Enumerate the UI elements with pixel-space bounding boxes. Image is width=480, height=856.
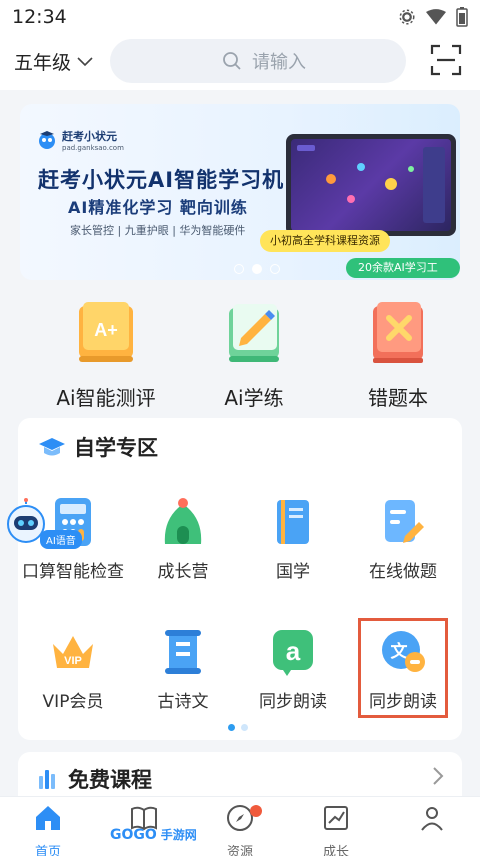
tab-profile[interactable] xyxy=(384,803,480,841)
online-exercise-icon xyxy=(385,500,424,543)
grid-label: 同步朗读 xyxy=(259,692,327,712)
grade-label: 五年级 xyxy=(14,52,72,74)
tab-resources[interactable]: 资源 xyxy=(192,803,288,856)
grid-item-read-aloud-a[interactable]: a 同步朗读 xyxy=(238,626,348,715)
top-bar: 五年级 请输入 xyxy=(0,34,480,90)
grid-label: VIP会员 xyxy=(42,692,104,712)
svg-text:VIP: VIP xyxy=(64,655,82,667)
watermark: GOGO 手游网 xyxy=(110,826,197,843)
read-aloud-a-icon: a xyxy=(273,630,313,676)
pencil-notebook-icon xyxy=(229,304,279,362)
graduation-cap-icon xyxy=(39,438,65,456)
chevron-down-icon xyxy=(77,56,93,66)
grid-pager xyxy=(228,724,248,731)
self-study-card: 自学专区 口算智能检查 成长营 国学 在线做题 VIP VIP会员 古诗文 a … xyxy=(18,418,462,740)
pager-dot[interactable] xyxy=(234,264,244,274)
free-courses-title: 免费课程 xyxy=(68,768,152,792)
wrong-answer-book-icon xyxy=(373,302,423,363)
grid-label: 古诗文 xyxy=(157,692,209,712)
grid-item-vip[interactable]: VIP VIP会员 xyxy=(18,626,128,715)
growth-chart-icon xyxy=(324,806,348,830)
banner-features: 家长管控 | 九重护眼 | 华为智能硬件 xyxy=(70,224,246,237)
tab-label: 资源 xyxy=(226,845,253,856)
brand-name: 赶考小状元 xyxy=(62,130,117,143)
classic-book-icon xyxy=(277,500,309,544)
pager-dot[interactable] xyxy=(241,724,248,731)
vip-crown-icon: VIP xyxy=(53,636,93,668)
grid-item-poetry[interactable]: 古诗文 xyxy=(128,626,238,715)
svg-text:a: a xyxy=(286,636,301,666)
grid-item-camp[interactable]: 成长营 xyxy=(128,496,238,585)
grid-label: 在线做题 xyxy=(369,562,437,582)
wifi-icon xyxy=(426,9,446,25)
camp-tent-icon xyxy=(164,498,202,544)
quick-ai-practice[interactable]: Ai学练 xyxy=(184,290,324,411)
highlight-box xyxy=(358,618,448,718)
pager-dot-active[interactable] xyxy=(228,724,235,731)
watermark-logo: GOGO xyxy=(110,826,157,843)
quick-label: Ai智能测评 xyxy=(56,386,156,410)
quick-label: 错题本 xyxy=(368,386,428,410)
status-time: 12:34 xyxy=(12,6,67,28)
scan-icon[interactable] xyxy=(430,44,462,76)
quick-actions: A+ Ai智能测评 Ai学练 错题本 xyxy=(0,290,480,410)
battery-icon xyxy=(456,7,468,27)
ancient-scroll-icon xyxy=(165,630,201,674)
brand-url: pad.ganksao.com xyxy=(62,144,124,152)
tab-home[interactable]: 首页 xyxy=(0,803,96,856)
grid-item-online-exercise[interactable]: 在线做题 xyxy=(348,496,458,585)
status-bar: 12:34 xyxy=(0,0,480,34)
home-icon xyxy=(36,806,60,830)
ai-voice-tag: AI语音 xyxy=(40,530,82,549)
tab-growth[interactable]: 成长 xyxy=(288,803,384,856)
ai-test-book-icon: A+ xyxy=(79,302,133,362)
banner-subheadline: AI精准化学习 靶向训练 xyxy=(68,198,248,217)
section-title: 免费课程 xyxy=(38,764,152,794)
banner-pill-resources: 小初高全学科课程资源 xyxy=(260,230,390,252)
tablet-image xyxy=(286,134,456,236)
watermark-text: 手游网 xyxy=(160,828,197,842)
banner-pager xyxy=(234,264,280,274)
section-title: 自学专区 xyxy=(38,432,158,462)
banner-brand: 赶考小状元 pad.ganksao.com xyxy=(36,128,124,152)
profile-icon xyxy=(421,807,443,831)
banner-pill-tools: 20余款AI学习工具 xyxy=(346,258,460,278)
tab-label: 首页 xyxy=(34,845,61,856)
search-bar[interactable]: 请输入 xyxy=(110,39,406,83)
tab-label: 成长 xyxy=(322,845,349,856)
notification-badge xyxy=(250,805,262,817)
quick-ai-test[interactable]: A+ Ai智能测评 xyxy=(36,290,176,411)
free-courses-card[interactable]: 免费课程 xyxy=(18,752,462,802)
bottom-tab-bar: 首页 资源 成长 xyxy=(0,796,480,856)
grid-label: 国学 xyxy=(276,562,310,582)
bar-chart-icon xyxy=(39,770,55,789)
gear-icon xyxy=(399,9,415,25)
banner-headline: 赶考小状元AI智能学习机 xyxy=(38,168,285,192)
grid-label: 成长营 xyxy=(157,562,209,582)
self-study-title: 自学专区 xyxy=(74,436,158,460)
search-input[interactable]: 请输入 xyxy=(252,48,306,74)
grade-selector[interactable]: 五年级 xyxy=(14,48,93,75)
system-icons xyxy=(398,7,468,27)
quick-wrong-book[interactable]: 错题本 xyxy=(328,290,468,411)
ai-voice-assistant[interactable]: AI语音 xyxy=(0,498,90,558)
mascot-logo-icon xyxy=(39,131,55,149)
search-icon xyxy=(223,52,241,70)
promo-banner[interactable]: 赶考小状元 pad.ganksao.com 赶考小状元AI智能学习机 AI精准化… xyxy=(20,104,460,280)
pager-dot[interactable] xyxy=(270,264,280,274)
pager-dot-active[interactable] xyxy=(252,264,262,274)
svg-text:A+: A+ xyxy=(94,320,118,340)
grid-label: 口算智能检查 xyxy=(22,562,124,582)
quick-label: Ai学练 xyxy=(224,386,284,410)
grid-item-classics[interactable]: 国学 xyxy=(238,496,348,585)
chevron-right-icon[interactable] xyxy=(432,766,444,786)
